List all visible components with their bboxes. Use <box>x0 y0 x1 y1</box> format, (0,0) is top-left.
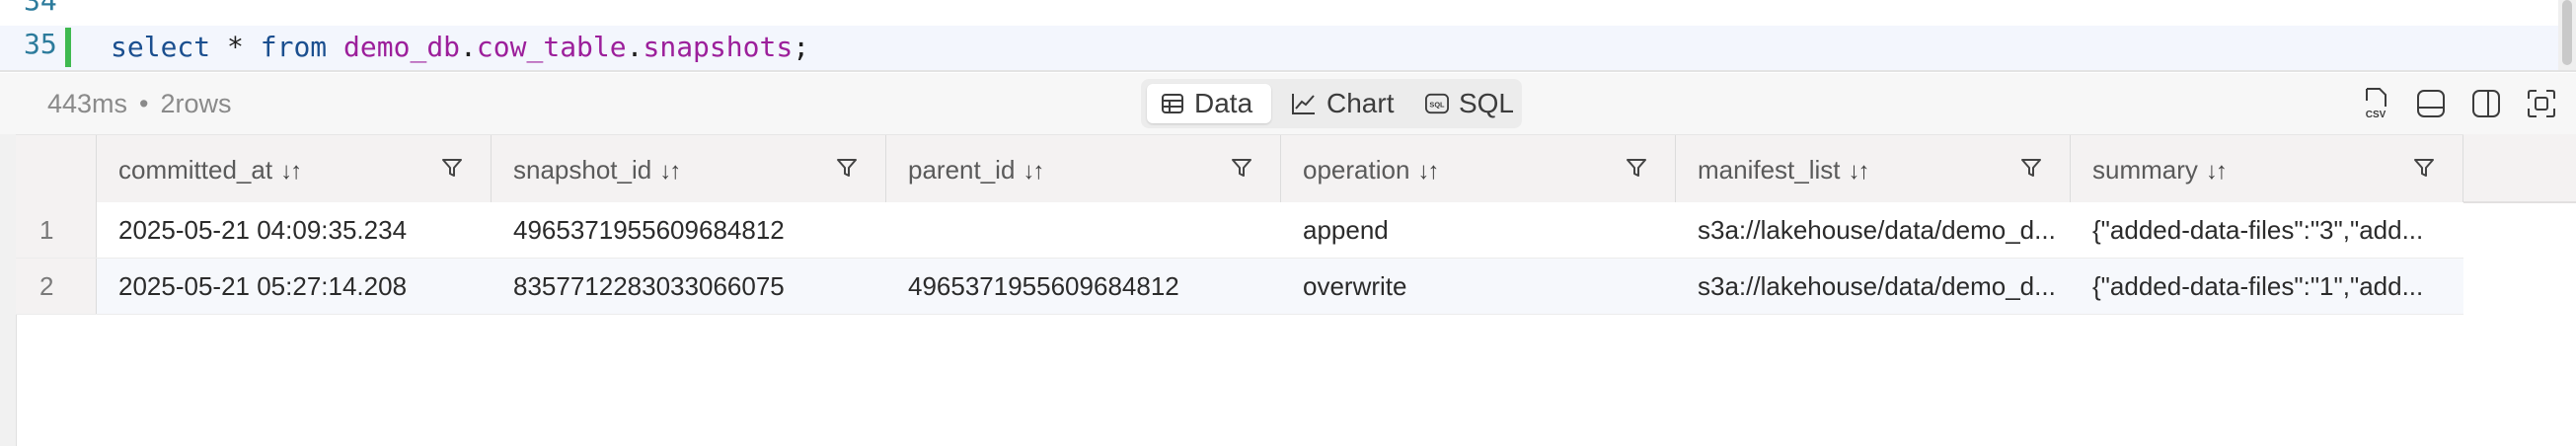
dot: . <box>626 31 644 63</box>
identifier-db: demo_db <box>343 31 461 63</box>
change-indicator <box>65 28 71 67</box>
table-cell[interactable]: overwrite <box>1281 259 1676 314</box>
keyword-select: select <box>111 31 211 63</box>
sql-icon: SQL <box>1425 93 1449 114</box>
row-number: 1 <box>16 202 97 258</box>
filter-icon[interactable] <box>441 157 463 179</box>
table-cell[interactable]: {"added-data-files":"3","add... <box>2071 202 2463 258</box>
filter-icon[interactable] <box>1231 157 1252 179</box>
column-header-committed-at[interactable]: committed_at ↓↑ <box>97 135 492 202</box>
sort-icon[interactable]: ↓↑ <box>280 158 302 185</box>
column-label: summary ↓↑ <box>2092 155 2228 185</box>
tab-data-label: Data <box>1194 88 1253 118</box>
table-cell[interactable]: 2025-05-21 04:09:35.234 <box>97 202 492 258</box>
grid-header: committed_at ↓↑ snapshot_id ↓↑ parent_id ↓↑… <box>16 134 2463 204</box>
keyword-from: from <box>260 31 328 63</box>
panel-bottom-icon[interactable] <box>2414 87 2448 120</box>
view-tabs: Data Chart SQL SQL <box>1141 79 1522 128</box>
column-header-summary[interactable]: summary ↓↑ <box>2071 135 2463 202</box>
identifier-object: snapshots <box>643 31 794 63</box>
tab-data[interactable]: Data <box>1147 84 1271 123</box>
grid-header-filler <box>2463 134 2576 203</box>
tab-sql[interactable]: SQL SQL <box>1415 84 1514 123</box>
row-count: 2rows <box>160 89 232 118</box>
query-stats: 443ms • 2rows <box>47 89 232 119</box>
panel-right-icon[interactable] <box>2469 87 2503 120</box>
sort-icon[interactable]: ↓↑ <box>659 158 681 185</box>
identifier-table: cow_table <box>476 31 627 63</box>
tab-chart[interactable]: Chart <box>1281 84 1405 123</box>
elapsed-time: 443ms <box>47 89 128 118</box>
sql-editor[interactable]: 34 35 select * from demo_db.cow_table.sn… <box>0 0 2576 72</box>
table-cell[interactable]: s3a://lakehouse/data/demo_d... <box>1676 202 2071 258</box>
column-label: manifest_list ↓↑ <box>1698 155 1870 185</box>
table-cell[interactable] <box>886 202 1281 258</box>
separator-dot: • <box>139 89 149 118</box>
table-cell[interactable]: {"added-data-files":"1","add... <box>2071 259 2463 314</box>
column-header-snapshot-id[interactable]: snapshot_id ↓↑ <box>492 135 886 202</box>
table-cell[interactable]: 2025-05-21 05:27:14.208 <box>97 259 492 314</box>
svg-text:CSV: CSV <box>2366 110 2387 120</box>
column-header-operation[interactable]: operation ↓↑ <box>1281 135 1676 202</box>
editor-divider[interactable] <box>0 70 2576 72</box>
table-cell[interactable]: 4965371955609684812 <box>886 259 1281 314</box>
row-number: 2 <box>16 259 97 314</box>
semicolon: ; <box>793 31 810 63</box>
column-label: parent_id ↓↑ <box>908 155 1044 185</box>
csv-export-icon[interactable]: CSV <box>2359 87 2392 120</box>
dot: . <box>460 31 477 63</box>
sort-icon[interactable]: ↓↑ <box>1023 158 1044 185</box>
column-label: snapshot_id ↓↑ <box>513 155 681 185</box>
column-label: operation ↓↑ <box>1303 155 1439 185</box>
filter-icon[interactable] <box>2413 157 2435 179</box>
table-cell[interactable]: append <box>1281 202 1676 258</box>
sort-icon[interactable]: ↓↑ <box>1849 158 1870 185</box>
line-number: 34 <box>24 0 57 17</box>
line-chart-icon <box>1292 94 1315 114</box>
results-toolbar: 443ms • 2rows Data Chart SQL SQL CSV <box>0 73 2576 134</box>
expand-icon[interactable] <box>2525 87 2558 120</box>
table-cell[interactable]: 4965371955609684812 <box>492 202 886 258</box>
editor-line[interactable]: 34 <box>0 0 2576 18</box>
column-header-parent-id[interactable]: parent_id ↓↑ <box>886 135 1281 202</box>
star-operator: * <box>227 31 244 63</box>
code-text[interactable]: select * from demo_db.cow_table.snapshot… <box>111 31 809 63</box>
tab-sql-label: SQL <box>1458 88 1514 118</box>
filter-icon[interactable] <box>2020 157 2042 179</box>
table-row[interactable]: 2 2025-05-21 05:27:14.208 83577122830330… <box>16 259 2463 315</box>
table-icon <box>1162 94 1183 113</box>
column-header-manifest-list[interactable]: manifest_list ↓↑ <box>1676 135 2071 202</box>
editor-scrollbar-thumb[interactable] <box>2562 0 2572 65</box>
grid-left-rail <box>0 134 17 446</box>
svg-text:SQL: SQL <box>1429 101 1445 110</box>
tab-chart-label: Chart <box>1326 88 1395 118</box>
column-label: committed_at ↓↑ <box>118 155 302 185</box>
editor-scrollbar[interactable] <box>2558 0 2576 71</box>
table-row[interactable]: 1 2025-05-21 04:09:35.234 49653719556096… <box>16 202 2463 259</box>
table-cell[interactable]: 8357712283033066075 <box>492 259 886 314</box>
filter-icon[interactable] <box>1626 157 1647 179</box>
filter-icon[interactable] <box>836 157 858 179</box>
sort-icon[interactable]: ↓↑ <box>1417 158 1439 185</box>
editor-active-line[interactable]: 35 select * from demo_db.cow_table.snaps… <box>0 26 2576 71</box>
row-number-header <box>16 135 97 202</box>
table-cell[interactable]: s3a://lakehouse/data/demo_d... <box>1676 259 2071 314</box>
results-grid: committed_at ↓↑ snapshot_id ↓↑ parent_id ↓↑… <box>0 134 2576 446</box>
line-number: 35 <box>24 28 57 60</box>
sort-icon[interactable]: ↓↑ <box>2206 158 2228 185</box>
